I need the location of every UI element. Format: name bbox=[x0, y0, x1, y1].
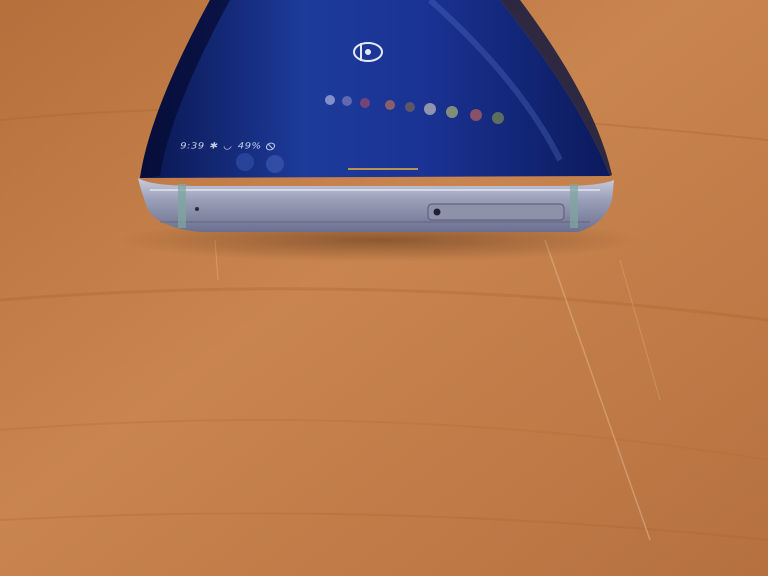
status-bar: 9:39 ✱ ◡ 49% bbox=[179, 141, 277, 152]
antenna-band-left bbox=[178, 184, 186, 228]
sim-eject-hole bbox=[433, 208, 441, 216]
battery-percent-text: 49% bbox=[236, 141, 263, 152]
phone bbox=[138, 0, 614, 232]
bluetooth-icon: ✱ bbox=[208, 141, 220, 151]
photo-scene bbox=[0, 0, 768, 576]
wifi-icon: ◡ bbox=[222, 141, 234, 151]
sim-tray bbox=[427, 203, 565, 221]
microphone-hole bbox=[195, 207, 199, 211]
do-not-disturb-icon bbox=[265, 142, 277, 151]
antenna-band-right bbox=[570, 184, 578, 228]
clock-text: 9:39 bbox=[179, 141, 206, 152]
